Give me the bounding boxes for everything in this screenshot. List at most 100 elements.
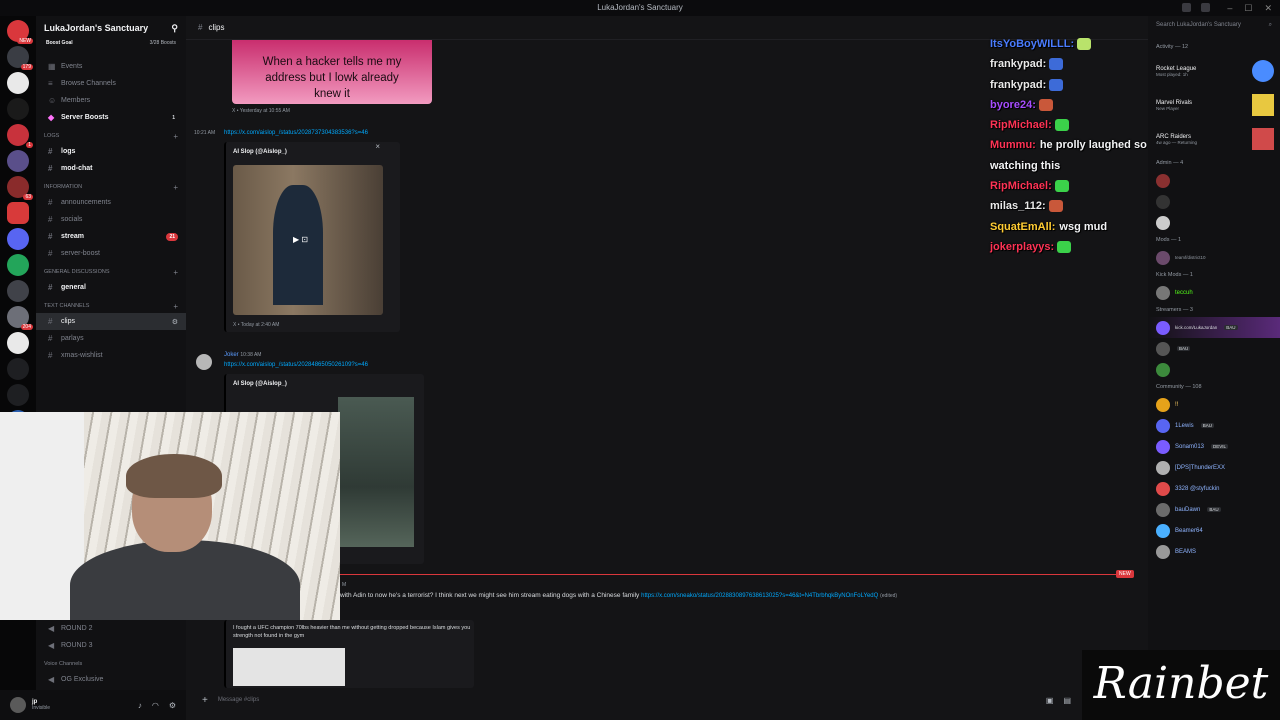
maximize-button[interactable]: ☐: [1244, 0, 1252, 16]
member-item[interactable]: [1148, 212, 1280, 233]
category-logs[interactable]: LOGS +: [36, 129, 186, 143]
channel-announcements[interactable]: # announcements: [36, 194, 186, 211]
user-info[interactable]: jp Invisible: [32, 699, 50, 711]
boost-goal-label: Boost Goal: [46, 40, 73, 46]
guild-header[interactable]: LukaJordan's Sanctuary ⚲: [36, 16, 186, 40]
member-item[interactable]: [1148, 191, 1280, 212]
member-item[interactable]: [1148, 359, 1280, 380]
microphone-icon[interactable]: ♪: [138, 701, 142, 710]
minimize-button[interactable]: –: [1227, 0, 1232, 16]
add-channel-icon[interactable]: +: [173, 183, 178, 192]
voice-channel-round-2[interactable]: ◀ ROUND 2: [36, 620, 186, 637]
message-content: with Adin to now he's a terrorist? I thi…: [340, 592, 897, 599]
category-general-discussions[interactable]: GENERAL DISCUSSIONS +: [36, 265, 186, 279]
member-item[interactable]: Beamer64: [1148, 520, 1280, 541]
server-icon[interactable]: [7, 254, 29, 276]
gif-icon[interactable]: ▤: [1063, 696, 1071, 705]
member-item[interactable]: Sonam013 DEVIL: [1148, 436, 1280, 457]
members-item[interactable]: ☺ Members: [36, 92, 186, 109]
server-icon[interactable]: [7, 332, 29, 354]
category-text-channels[interactable]: TEXT CHANNELS +: [36, 299, 186, 313]
server-icon[interactable]: [7, 228, 29, 250]
server-icon[interactable]: [7, 98, 29, 120]
channel-logs[interactable]: # logs: [36, 143, 186, 160]
avatar: [1156, 285, 1170, 300]
activity-item[interactable]: Marvel Rivals New Player: [1148, 88, 1280, 122]
category-information[interactable]: INFORMATION +: [36, 180, 186, 194]
titlebar-icons: [1182, 3, 1210, 12]
events-item[interactable]: ▦ Events: [36, 58, 186, 75]
help-icon[interactable]: [1201, 3, 1210, 12]
channel-server-boost[interactable]: # server-boost: [36, 245, 186, 262]
server-icon[interactable]: NEW: [7, 20, 33, 44]
channel-stream[interactable]: # stream 21: [36, 228, 186, 245]
add-channel-icon[interactable]: +: [173, 132, 178, 141]
gift-icon[interactable]: ▣: [1046, 696, 1054, 705]
message-author[interactable]: Joker: [224, 352, 239, 358]
member-item[interactable]: !!: [1148, 394, 1280, 415]
member-item[interactable]: BEAMS: [1148, 541, 1280, 562]
message-input[interactable]: Message #clips: [218, 697, 259, 703]
channel-xmas-wishlist[interactable]: # xmas-wishlist: [36, 347, 186, 364]
server-icon[interactable]: 63: [7, 176, 33, 200]
add-attachment-icon[interactable]: +: [202, 695, 208, 706]
member-item[interactable]: BAU: [1148, 338, 1280, 359]
search-input[interactable]: Search LukaJordan's Sanctuary ⌕: [1148, 16, 1280, 40]
member-item[interactable]: 1Lewis BAU: [1148, 415, 1280, 436]
member-item[interactable]: bauDawn BAU: [1148, 499, 1280, 520]
voice-channel-round-3[interactable]: ◀ ROUND 3: [36, 637, 186, 654]
activity-item[interactable]: Rocket League Most played: 1h: [1148, 54, 1280, 88]
server-icon[interactable]: [7, 280, 29, 302]
message-link[interactable]: https://x.com/aislop_/status/20284865050…: [224, 362, 368, 368]
add-channel-icon[interactable]: +: [173, 268, 178, 277]
voice-channels: ◀ ROUND 2 ◀ ROUND 3 Voice Channels ◀ OG Exc…: [36, 620, 186, 690]
message-link[interactable]: https://x.com/aislop_/status/20287373043…: [224, 130, 368, 136]
member-item[interactable]: teccuh: [1148, 282, 1280, 303]
member-item[interactable]: teamf/district10: [1148, 247, 1280, 268]
embed-author[interactable]: AI Slop (@Aislop_): [233, 381, 287, 387]
category-voice-channels[interactable]: Voice Channels: [36, 657, 186, 671]
boost-goal[interactable]: Boost Goal 3/28 Boosts: [36, 40, 186, 54]
settings-icon[interactable]: ⚙: [172, 318, 178, 326]
channel-clips[interactable]: # clips ⚙: [36, 313, 186, 330]
channel-mod-chat[interactable]: # mod-chat: [36, 160, 186, 177]
server-icon[interactable]: [7, 358, 29, 380]
server-icon[interactable]: [7, 72, 29, 94]
server-icon[interactable]: [7, 384, 29, 406]
member-item[interactable]: kick.com/LukaJordan BAU: [1148, 317, 1280, 338]
channel-parlays[interactable]: # parlays: [36, 330, 186, 347]
inbox-icon[interactable]: [1182, 3, 1191, 12]
avatar[interactable]: [10, 697, 26, 713]
message-link[interactable]: https://x.com/sneako/status/202883089763…: [641, 593, 878, 599]
member-item[interactable]: [1148, 170, 1280, 191]
add-channel-icon[interactable]: +: [173, 302, 178, 311]
add-friend-icon[interactable]: ⚲: [171, 23, 178, 34]
avatar[interactable]: [196, 354, 212, 370]
close-icon[interactable]: ×: [375, 142, 380, 151]
play-icon[interactable]: ▶ ⊡: [293, 235, 308, 244]
headphones-icon[interactable]: ◠: [152, 701, 159, 710]
member-item[interactable]: [DPS]ThunderEXX: [1148, 457, 1280, 478]
embed-video-thumbnail[interactable]: [338, 397, 414, 547]
close-button[interactable]: ✕: [1264, 0, 1272, 16]
server-icon[interactable]: 179: [7, 46, 33, 70]
user-status: Invisible: [32, 705, 51, 711]
search-icon[interactable]: ⌕: [1269, 22, 1272, 29]
activity-item[interactable]: ARC Raiders 4w ago — Returning: [1148, 122, 1280, 156]
video-figure: [273, 185, 323, 305]
voice-channel-og-exclusive[interactable]: ◀ OG Exclusive: [36, 671, 186, 688]
server-icon[interactable]: 204: [7, 306, 33, 330]
server-icon[interactable]: [7, 150, 29, 172]
member-item[interactable]: 3328 @styfuckin: [1148, 478, 1280, 499]
embed-author[interactable]: AI Slop (@Aislop_): [233, 149, 287, 155]
gear-icon[interactable]: ⚙: [169, 701, 176, 710]
embed-video-thumbnail[interactable]: ▶ ⊡: [233, 165, 383, 315]
browse-channels-item[interactable]: ≡ Browse Channels: [36, 75, 186, 92]
embed-image[interactable]: [233, 648, 345, 686]
channel-socials[interactable]: # socials: [36, 211, 186, 228]
server-icon[interactable]: [7, 202, 29, 224]
meme-image[interactable]: When a hacker tells me my address but I …: [232, 40, 432, 104]
channel-general[interactable]: # general: [36, 279, 186, 296]
server-boosts-item[interactable]: ◆ Server Boosts 1: [36, 109, 186, 126]
server-icon[interactable]: 1: [7, 124, 33, 148]
